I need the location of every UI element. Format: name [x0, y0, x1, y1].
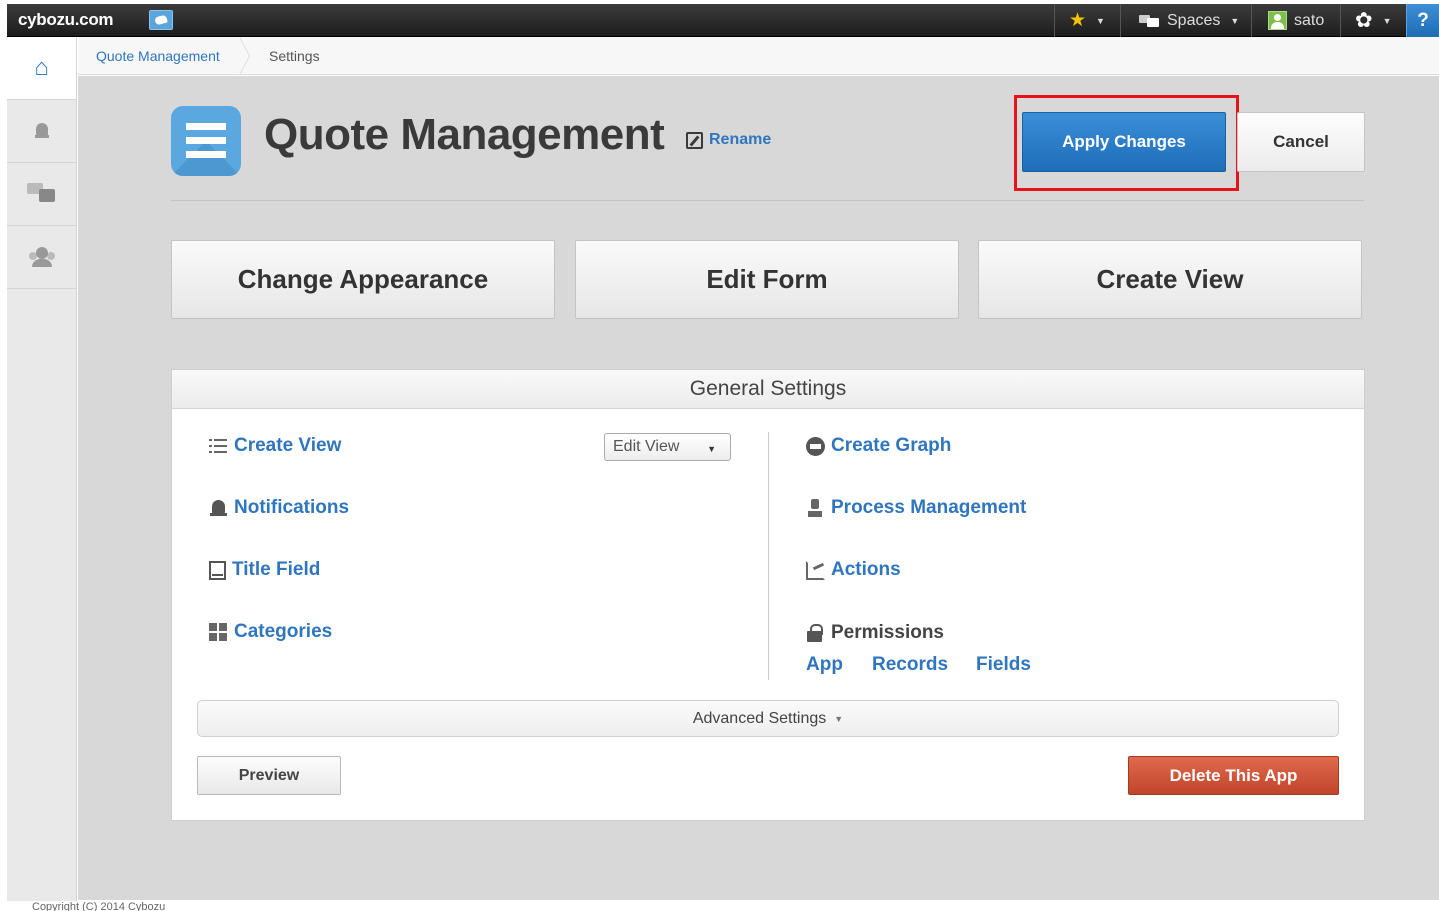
edit-view-value: Edit View — [613, 438, 680, 455]
user-name: sato — [1294, 11, 1325, 29]
actions-link[interactable]: Actions — [806, 559, 901, 581]
app-store-icon[interactable] — [149, 10, 173, 30]
permissions-records-link[interactable]: Records — [872, 654, 948, 676]
rail-notifications[interactable] — [7, 100, 76, 163]
preview-button[interactable]: Preview — [197, 756, 341, 795]
create-graph-link[interactable]: Create Graph — [806, 435, 951, 457]
change-appearance-button[interactable]: Change Appearance — [171, 240, 555, 319]
settings-menu[interactable]: ✿ ▼ — [1340, 4, 1406, 37]
chevron-down-icon: ▼ — [1096, 15, 1105, 26]
bell-icon — [209, 499, 228, 518]
breadcrumb-separator — [239, 37, 260, 75]
breadcrumb-app-link[interactable]: Quote Management — [96, 48, 220, 64]
permissions-app-link[interactable]: App — [806, 654, 843, 676]
notifications-link[interactable]: Notifications — [209, 497, 349, 519]
categories-link[interactable]: Categories — [209, 621, 332, 643]
permissions-fields-link[interactable]: Fields — [976, 654, 1031, 676]
breadcrumb-current: Settings — [269, 48, 320, 64]
lock-icon — [806, 623, 825, 643]
list-icon — [209, 437, 228, 456]
share-icon — [806, 560, 825, 580]
column-divider — [768, 432, 769, 680]
breadcrumb: Quote Management Settings — [78, 37, 1439, 75]
bell-icon — [34, 123, 49, 139]
user-menu[interactable]: sato — [1251, 4, 1340, 37]
settings-main: Quote Management Rename Apply Changes Ca… — [78, 76, 1439, 900]
general-settings-heading: General Settings — [172, 370, 1364, 409]
people-icon — [26, 247, 58, 267]
edit-form-button[interactable]: Edit Form — [575, 240, 959, 319]
rename-link[interactable]: Rename — [686, 131, 771, 149]
spaces-label: Spaces — [1167, 11, 1221, 29]
edit-icon — [686, 131, 703, 149]
chat-bubbles-icon — [26, 183, 57, 205]
app-list-icon — [171, 106, 241, 176]
cybozu-logo[interactable]: cybozu.com — [18, 10, 114, 30]
process-icon — [806, 498, 825, 518]
categories-label: Categories — [234, 621, 333, 642]
rename-label: Rename — [709, 131, 772, 148]
chevron-down-icon: ▼ — [1230, 15, 1240, 26]
title-field-label: Title Field — [232, 559, 321, 580]
graph-icon — [806, 436, 825, 456]
top-bar: cybozu.com ★ ▼ Spaces ▼ sato ✿ ▼ ? — [7, 4, 1439, 37]
help-button[interactable]: ? — [1406, 4, 1439, 37]
chevron-down-icon: ▼ — [1382, 15, 1392, 26]
copyright-footer: Copyright (C) 2014 Cybozu — [32, 901, 166, 911]
notifications-label: Notifications — [234, 497, 350, 518]
chevron-down-icon: ▼ — [707, 444, 716, 454]
favorites-menu[interactable]: ★ ▼ — [1054, 4, 1120, 37]
spaces-icon — [1139, 14, 1161, 28]
page-title: Quote Management — [264, 110, 665, 159]
general-settings-panel: General Settings Create View Edit View ▼… — [171, 369, 1365, 821]
user-avatar-icon — [1268, 11, 1287, 30]
rail-home[interactable]: ⌂ — [7, 37, 76, 100]
rail-people[interactable] — [7, 226, 76, 289]
gear-icon: ✿ — [1355, 9, 1373, 32]
edit-view-select[interactable]: Edit View ▼ — [604, 433, 731, 461]
advanced-settings-toggle[interactable]: Advanced Settings ▼ — [197, 700, 1339, 737]
process-management-label: Process Management — [831, 497, 1027, 518]
star-icon: ★ — [1069, 10, 1087, 31]
cancel-button[interactable]: Cancel — [1237, 112, 1365, 172]
categories-icon — [209, 622, 228, 642]
process-management-link[interactable]: Process Management — [806, 497, 1026, 519]
apply-changes-button[interactable]: Apply Changes — [1022, 112, 1226, 172]
create-view-label: Create View — [234, 435, 342, 456]
create-view-link[interactable]: Create View — [209, 435, 341, 457]
rail-spaces[interactable] — [7, 163, 76, 226]
spaces-menu[interactable]: Spaces ▼ — [1120, 4, 1251, 37]
delete-app-button[interactable]: Delete This App — [1128, 756, 1339, 795]
left-rail: ⌂ — [7, 37, 77, 901]
actions-label: Actions — [831, 559, 901, 580]
header-divider — [171, 200, 1364, 201]
title-field-icon — [209, 560, 226, 580]
create-graph-label: Create Graph — [831, 435, 952, 456]
home-icon: ⌂ — [34, 54, 49, 81]
permissions-text: Permissions — [831, 622, 944, 643]
chevron-down-icon: ▼ — [834, 713, 844, 724]
advanced-settings-label: Advanced Settings — [692, 709, 827, 727]
create-view-button[interactable]: Create View — [978, 240, 1362, 319]
title-field-link[interactable]: Title Field — [209, 559, 320, 581]
permissions-label: Permissions — [806, 622, 944, 644]
